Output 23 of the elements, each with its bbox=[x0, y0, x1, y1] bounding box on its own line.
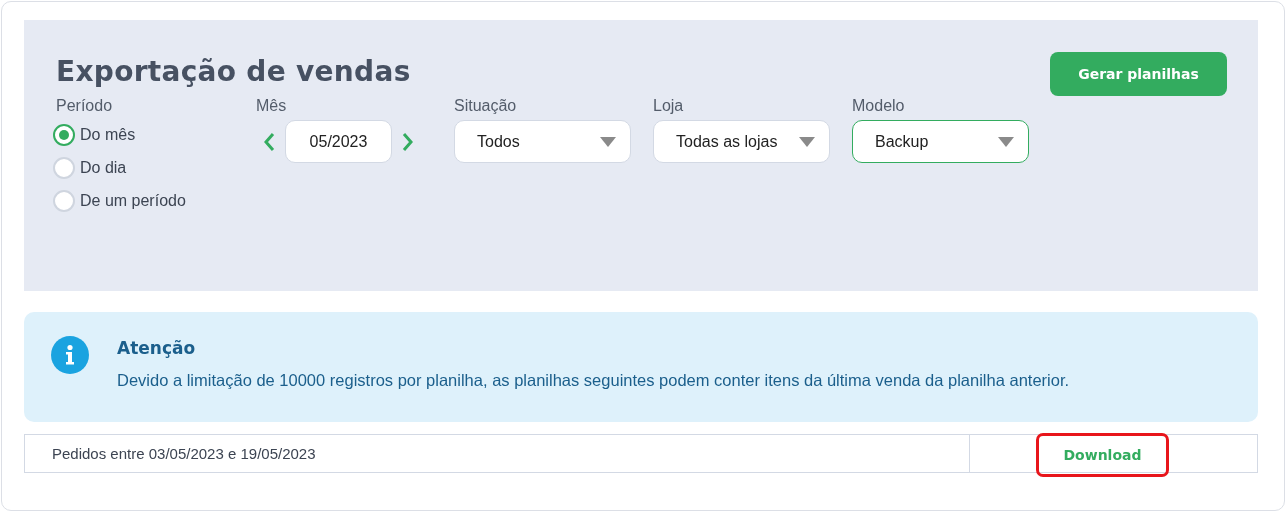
field-label: Período bbox=[56, 96, 114, 116]
radio-label: Do dia bbox=[80, 158, 127, 177]
alert-text: Devido a limitação de 10000 registros por planilha, as planilhas seguintes podem conter itens da última venda da planilha anterior. bbox=[117, 370, 1070, 391]
field-label: Mês bbox=[256, 96, 288, 116]
dropdown[interactable]: Todos bbox=[454, 120, 631, 163]
dropdown[interactable]: Todas as lojas bbox=[653, 120, 830, 163]
radio-button[interactable] bbox=[53, 123, 75, 146]
caret-icon bbox=[998, 136, 1014, 147]
info-icon bbox=[51, 336, 89, 374]
radio-label: De um período bbox=[80, 191, 186, 210]
table-cell: Pedidos entre 03/05/2023 e 19/05/2023 bbox=[25, 435, 970, 472]
alert-title: Atenção bbox=[117, 337, 197, 360]
radio-button[interactable] bbox=[53, 189, 75, 212]
dropdown[interactable]: Backup bbox=[852, 120, 1029, 163]
field-label: Situação bbox=[454, 96, 518, 116]
radio-button[interactable] bbox=[53, 156, 75, 179]
field-label: Modelo bbox=[852, 96, 906, 116]
caret-icon bbox=[799, 136, 815, 147]
radio-label: Do mês bbox=[80, 125, 136, 144]
page-title: Exportação de vendas bbox=[56, 54, 411, 90]
month-field[interactable]: 05/2023 bbox=[285, 120, 392, 163]
field-label: Loja bbox=[653, 96, 685, 116]
caret-icon bbox=[600, 136, 616, 147]
